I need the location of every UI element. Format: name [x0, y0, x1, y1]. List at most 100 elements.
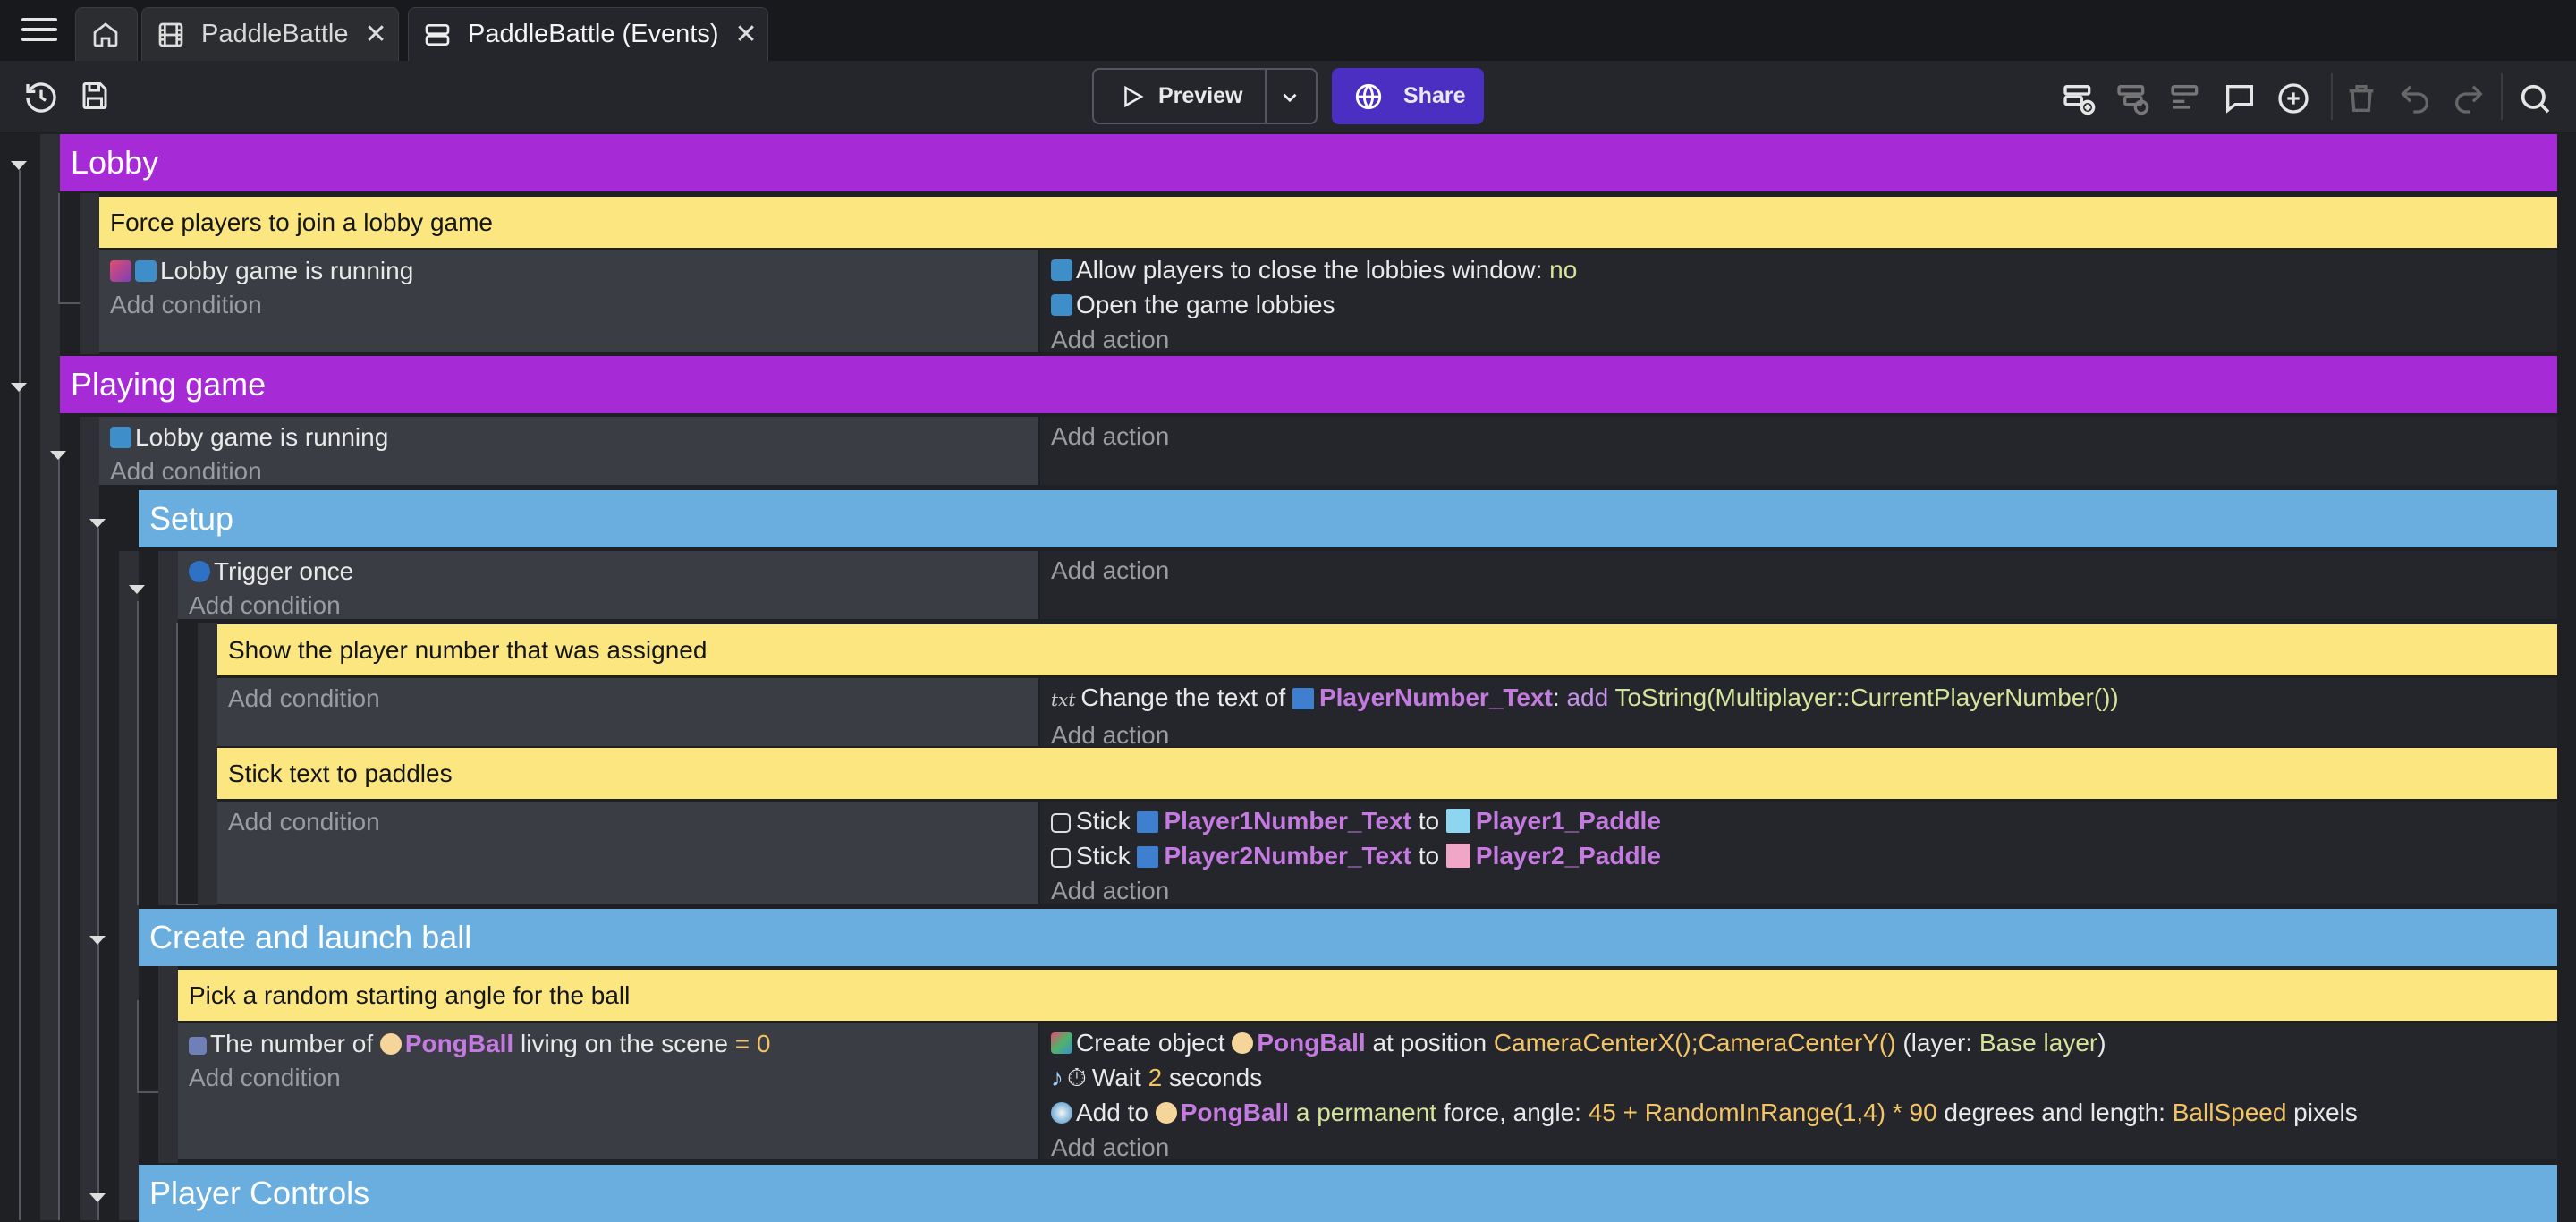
- pongball-icon: [1155, 1102, 1177, 1124]
- add-condition[interactable]: Add condition: [110, 288, 1038, 322]
- gutter: [40, 134, 60, 1220]
- collapse-icon[interactable]: [89, 936, 106, 945]
- tab-label: PaddleBattle (Events): [468, 20, 719, 48]
- action-wait[interactable]: ♪ ⏱ Wait 2 seconds: [1051, 1060, 2557, 1095]
- add-condition[interactable]: Add condition: [228, 805, 1038, 839]
- gutter: [80, 193, 99, 354]
- preview-label: Preview: [1158, 83, 1243, 108]
- collapse-icon[interactable]: [50, 451, 66, 460]
- home-icon: [93, 21, 118, 47]
- collapse-icon[interactable]: [11, 161, 27, 170]
- multiplayer-icon: [110, 427, 131, 448]
- action-change-text[interactable]: txt Change the text of PlayerNumber_Text:…: [1051, 680, 2557, 717]
- timer-icon: ⏱: [1067, 1064, 1087, 1091]
- collapse-icon[interactable]: [11, 383, 27, 392]
- paddle1-icon: [1445, 809, 1470, 833]
- tab-paddlebattle-events[interactable]: PaddleBattle (Events) ✕: [408, 7, 768, 61]
- trigger-once-icon: [189, 561, 210, 582]
- add-condition[interactable]: Add condition: [189, 1061, 1038, 1095]
- actions-playing: Add action: [1040, 417, 2557, 485]
- share-label: Share: [1403, 83, 1466, 108]
- trash-icon[interactable]: [2343, 81, 2379, 116]
- preview-button[interactable]: Preview: [1092, 68, 1318, 124]
- multiplayer-icon: [1051, 294, 1072, 316]
- async-icon: ♪: [1051, 1064, 1063, 1091]
- chevron-down-icon[interactable]: [1278, 86, 1301, 109]
- search-icon[interactable]: [2517, 81, 2553, 116]
- condition-lobby-running[interactable]: Lobby game is running: [110, 254, 1038, 288]
- collapse-icon[interactable]: [89, 1193, 106, 1202]
- text-object-icon: [1137, 846, 1159, 868]
- events-icon: [425, 23, 450, 46]
- action-stick-p1[interactable]: Stick Player1Number_Text to Player1_Padd…: [1051, 803, 2557, 838]
- add-condition[interactable]: Add condition: [228, 682, 1038, 716]
- conditions-show-number: Add condition: [217, 678, 1038, 746]
- add-action[interactable]: Add action: [1051, 419, 2557, 454]
- comment[interactable]: Show the player number that was assigned: [217, 624, 2557, 675]
- comment[interactable]: Pick a random starting angle for the bal…: [178, 970, 2557, 1021]
- collapse-icon[interactable]: [89, 519, 106, 528]
- action-stick-p2[interactable]: Stick Player2Number_Text to Player2_Padd…: [1051, 838, 2557, 873]
- sticker-icon: [1051, 848, 1071, 868]
- add-subevent-icon[interactable]: [2114, 81, 2150, 116]
- close-icon[interactable]: ✕: [734, 19, 757, 50]
- share-button[interactable]: Share: [1332, 68, 1484, 124]
- add-condition[interactable]: Add condition: [110, 454, 1038, 488]
- tab-paddlebattle[interactable]: PaddleBattle ✕: [141, 7, 399, 61]
- action-add-force[interactable]: Add to PongBall a permanent force, angle…: [1051, 1095, 2557, 1130]
- gutter: [80, 417, 99, 1220]
- multiplayer-icon: [135, 260, 157, 282]
- action-open-lobbies[interactable]: Open the game lobbies: [1051, 287, 2557, 322]
- gutter: [198, 623, 217, 905]
- condition-lobby-running[interactable]: Lobby game is running: [110, 420, 1038, 454]
- multiplayer-icon: [1051, 259, 1072, 281]
- actions-stick: Stick Player1Number_Text to Player1_Padd…: [1040, 802, 2557, 904]
- group-setup[interactable]: Setup: [139, 490, 2557, 547]
- add-action[interactable]: Add action: [1051, 873, 2557, 908]
- add-condition[interactable]: Add condition: [189, 589, 1038, 623]
- add-action[interactable]: Add action: [1051, 322, 2557, 357]
- comment[interactable]: Force players to join a lobby game: [99, 197, 2557, 248]
- conditions-playing: Lobby game is running Add condition: [99, 417, 1038, 485]
- hamburger-menu-icon[interactable]: [21, 18, 57, 45]
- home-tab[interactable]: [75, 7, 138, 61]
- tab-label: PaddleBattle: [201, 20, 349, 48]
- group-create-launch-ball[interactable]: Create and launch ball: [139, 909, 2557, 966]
- group-player-controls[interactable]: Player Controls: [139, 1165, 2557, 1222]
- history-icon[interactable]: [23, 80, 59, 115]
- close-icon[interactable]: ✕: [364, 19, 386, 50]
- create-icon: [1051, 1032, 1072, 1054]
- redo-icon[interactable]: [2451, 81, 2487, 116]
- pongball-icon: [379, 1033, 402, 1055]
- actions-launch: Create object PongBall at position Camer…: [1040, 1023, 2557, 1161]
- conditions-setup: Trigger once Add condition: [178, 551, 1038, 619]
- collapse-icon[interactable]: [129, 585, 145, 594]
- actions-setup: Add action: [1040, 551, 2557, 619]
- actions-lobby: Allow players to close the lobbies windo…: [1040, 250, 2557, 353]
- text-icon: txt: [1051, 689, 1076, 710]
- pongball-icon: [1232, 1032, 1254, 1054]
- actions-show-number: txt Change the text of PlayerNumber_Text:…: [1040, 678, 2557, 749]
- condition-count-pongball[interactable]: The number of PongBall living on the sce…: [189, 1027, 1038, 1061]
- add-circle-icon[interactable]: [2275, 81, 2311, 116]
- add-event-icon[interactable]: [2061, 81, 2097, 116]
- sticker-icon: [1051, 813, 1071, 833]
- comment[interactable]: Stick text to paddles: [217, 748, 2557, 799]
- conditions-stick: Add condition: [217, 802, 1038, 904]
- force-icon: [1051, 1102, 1072, 1124]
- undo-icon[interactable]: [2397, 81, 2433, 116]
- add-other-icon[interactable]: [2168, 81, 2204, 116]
- gutter: [158, 551, 178, 905]
- text-object-icon: [1292, 688, 1314, 709]
- add-action[interactable]: Add action: [1051, 1130, 2557, 1165]
- action-create-object[interactable]: Create object PongBall at position Camer…: [1051, 1025, 2557, 1060]
- group-lobby[interactable]: Lobby: [60, 134, 2557, 191]
- add-action[interactable]: Add action: [1051, 553, 2557, 588]
- group-playing-game[interactable]: Playing game: [60, 356, 2557, 413]
- condition-trigger-once[interactable]: Trigger once: [189, 555, 1038, 589]
- comment-icon[interactable]: [2222, 81, 2258, 116]
- count-icon: [189, 1037, 207, 1055]
- film-icon: [158, 22, 183, 47]
- action-allow-close[interactable]: Allow players to close the lobbies windo…: [1051, 252, 2557, 287]
- save-icon[interactable]: [79, 80, 111, 112]
